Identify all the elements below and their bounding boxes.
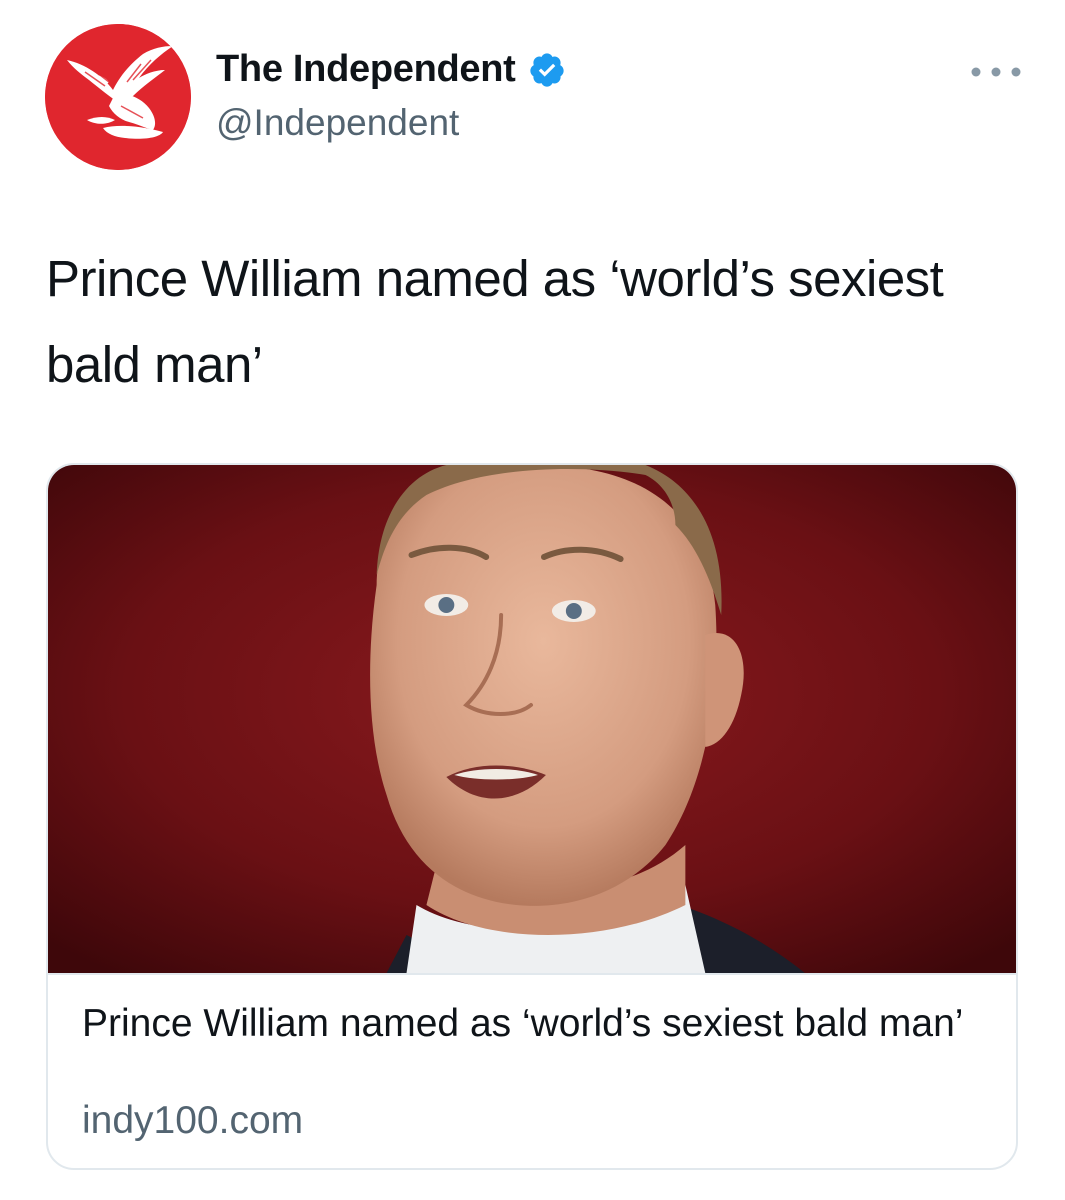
more-options-button[interactable] (968, 58, 1024, 86)
verified-badge-icon (528, 51, 566, 89)
author-handle[interactable]: @Independent (216, 102, 459, 144)
tweet: The Independent @Independent Prince Will… (0, 0, 1065, 1200)
tweet-text: Prince William named as ‘world’s sexiest… (46, 250, 944, 393)
portrait-photo-icon (48, 465, 1016, 973)
link-preview-card[interactable]: Prince William named as ‘world’s sexiest… (46, 463, 1018, 1170)
card-title[interactable]: Prince William named as ‘world’s sexiest… (82, 1001, 982, 1047)
author-display-name[interactable]: The Independent (216, 48, 516, 91)
card-image (48, 465, 1016, 975)
eagle-logo-icon (45, 24, 191, 170)
author-name-row[interactable]: The Independent (216, 48, 566, 91)
avatar[interactable] (45, 24, 191, 170)
card-domain[interactable]: indy100.com (82, 1099, 303, 1143)
more-dots-icon (971, 67, 1021, 77)
